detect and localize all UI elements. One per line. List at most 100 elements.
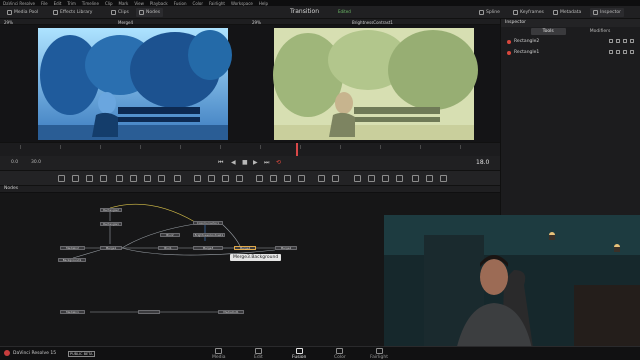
planar-tracker-icon[interactable] <box>368 175 375 182</box>
menu-item-fairlight[interactable]: Fairlight <box>209 1 225 6</box>
node-mediain2[interactable]: MediaIn2 <box>60 246 85 250</box>
camera-tool-icon[interactable] <box>256 175 263 182</box>
transform-tool-icon[interactable] <box>116 175 123 182</box>
node-mediain1[interactable]: MediaIn1 <box>60 310 85 314</box>
node-blur2[interactable]: Blur2 <box>160 233 180 237</box>
left-viewer-zoom[interactable]: 29% <box>4 20 13 25</box>
lock-icon[interactable] <box>616 50 620 54</box>
tab-tools[interactable]: Tools <box>530 28 566 35</box>
inspector-label: Inspector <box>600 10 621 15</box>
record-dot-icon <box>507 50 511 55</box>
mask-tool-icon[interactable] <box>174 175 181 182</box>
clips-button[interactable]: Clips <box>108 8 132 17</box>
keyer-tool-icon[interactable] <box>382 175 389 182</box>
inspector-item-rectangle1[interactable]: Rectangle1 <box>501 47 640 58</box>
node-mediaout1[interactable]: MediaOut1 <box>218 310 244 314</box>
play-reverse-icon[interactable]: ◀ <box>231 159 236 166</box>
page-tab-edit[interactable]: Edit <box>254 348 263 360</box>
node-rectangle2[interactable]: Rectangle2 <box>100 208 122 212</box>
node-merge1[interactable]: Merge1 <box>100 246 122 250</box>
merge-tool-icon[interactable] <box>100 175 107 182</box>
resize-tool-icon[interactable] <box>426 175 433 182</box>
stop-icon[interactable]: ■ <box>242 159 248 166</box>
right-viewer[interactable] <box>248 25 500 142</box>
menu-item-help[interactable]: Help <box>259 1 268 6</box>
menu-item-color[interactable]: Color <box>193 1 203 6</box>
node-rectangle1[interactable]: Rectangle1 <box>100 222 122 226</box>
menu-item-view[interactable]: View <box>134 1 144 6</box>
channel-tool-icon[interactable] <box>412 175 419 182</box>
matte-tool-icon[interactable] <box>396 175 403 182</box>
effects-library-button[interactable]: Effects Library <box>50 8 95 17</box>
menu-item-trim[interactable]: Trim <box>67 1 76 6</box>
bspline-tool-icon[interactable] <box>236 175 243 182</box>
metadata-button[interactable]: Metadata <box>550 8 584 17</box>
range-start[interactable]: 0.0 <box>11 160 18 165</box>
node-merge4[interactable]: Merge4 <box>234 246 256 250</box>
go-to-end-icon[interactable]: ⏭ <box>264 159 269 167</box>
menu-item-app[interactable]: DaVinci Resolve <box>3 1 35 6</box>
page-tab-fairlight[interactable]: Fairlight <box>370 348 388 360</box>
right-viewer-zoom[interactable]: 29% <box>252 20 261 25</box>
page-tab-color[interactable]: Color <box>334 348 346 360</box>
merge3d-tool-icon[interactable] <box>298 175 305 182</box>
polygon-tool-icon[interactable] <box>194 175 201 182</box>
node-merge2[interactable]: Merge2 <box>275 246 297 250</box>
menu-item-file[interactable]: File <box>41 1 48 6</box>
reset-icon[interactable] <box>623 39 627 43</box>
inspector-button[interactable]: Inspector <box>590 8 624 17</box>
loop-icon[interactable]: ⟲ <box>276 159 281 166</box>
particle-emitter-icon[interactable] <box>318 175 325 182</box>
left-viewer-image <box>38 28 232 140</box>
menu-item-edit[interactable]: Edit <box>54 1 62 6</box>
visibility-icon[interactable] <box>609 50 613 54</box>
nodes-button[interactable]: Nodes <box>136 8 164 17</box>
menu-item-mark[interactable]: Mark <box>119 1 129 6</box>
tracker-tool-icon[interactable] <box>354 175 361 182</box>
node-blur1[interactable]: Blur1 <box>158 246 178 250</box>
text-tool-icon[interactable] <box>86 175 93 182</box>
go-to-start-icon[interactable]: ⏮ <box>218 159 223 167</box>
crop-tool-icon[interactable] <box>440 175 447 182</box>
page-tab-fusion[interactable]: Fusion <box>292 348 306 360</box>
color-corrector-tool-icon[interactable] <box>144 175 151 182</box>
play-icon[interactable]: ▶ <box>253 159 258 166</box>
spline-button[interactable]: Spline <box>476 8 503 17</box>
timeline-ruler[interactable] <box>0 142 500 157</box>
rectangle-tool-icon[interactable] <box>208 175 215 182</box>
paint-tool-icon[interactable] <box>72 175 79 182</box>
ellipse-tool-icon[interactable] <box>222 175 229 182</box>
page-tab-media[interactable]: Media <box>212 348 226 360</box>
reset-icon[interactable] <box>623 50 627 54</box>
menu-item-workspace[interactable]: Workspace <box>231 1 253 6</box>
tab-modifiers[interactable]: Modifiers <box>590 29 611 34</box>
node-merge-lower[interactable] <box>138 310 160 314</box>
menu-item-clip[interactable]: Clip <box>105 1 113 6</box>
left-viewer[interactable] <box>0 25 248 142</box>
lock-icon[interactable] <box>616 39 620 43</box>
particle-render-icon[interactable] <box>332 175 339 182</box>
blur-tool-icon[interactable] <box>130 175 137 182</box>
background-tool-icon[interactable] <box>58 175 65 182</box>
brightness-tool-icon[interactable] <box>158 175 165 182</box>
options-icon[interactable] <box>630 50 634 54</box>
visibility-icon[interactable] <box>609 39 613 43</box>
menu-item-playback[interactable]: Playback <box>150 1 168 6</box>
node-background1[interactable]: Background1 <box>58 258 86 262</box>
edited-status: Edited <box>338 9 351 14</box>
options-icon[interactable] <box>630 39 634 43</box>
media-pool-button[interactable]: Media Pool <box>4 8 41 17</box>
node-colorcorrector1[interactable]: ColorCorrector1 <box>193 221 223 225</box>
node-merge3[interactable]: Merge3 <box>193 246 223 250</box>
ruler-tick <box>300 145 301 149</box>
node-brightnesscontrast1[interactable]: BrightnessContrast1 <box>193 233 225 237</box>
inspector-item-rectangle2[interactable]: Rectangle2 <box>501 36 640 47</box>
shape3d-tool-icon[interactable] <box>270 175 277 182</box>
menu-item-timeline[interactable]: Timeline <box>82 1 99 6</box>
menu-item-fusion[interactable]: Fusion <box>174 1 187 6</box>
playhead[interactable] <box>296 143 298 157</box>
current-time[interactable]: 18.0 <box>476 159 489 166</box>
keyframes-button[interactable]: Keyframes <box>510 8 547 17</box>
range-end[interactable]: 30.0 <box>31 160 41 165</box>
render3d-tool-icon[interactable] <box>284 175 291 182</box>
